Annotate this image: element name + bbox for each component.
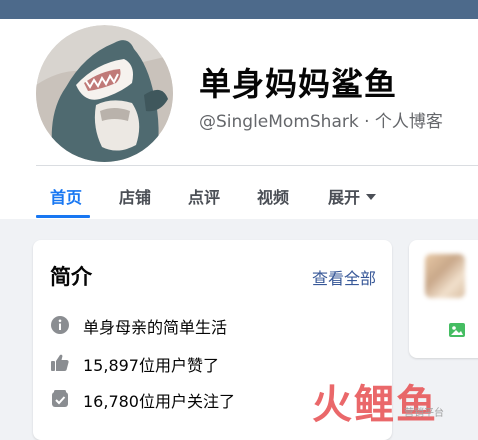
intro-followers-text: 16,780位用户关注了 <box>83 392 235 411</box>
tab-more-label: 展开 <box>328 188 361 207</box>
intro-card: 简介 查看全部 单身母亲的简单生活 15,897位用户赞了 16,780位用户关… <box>33 240 392 440</box>
profile-header: 单身妈妈鲨鱼 @SingleMomShark · 个人博客 首页 店铺 点评 视… <box>0 19 478 219</box>
tab-more[interactable]: 展开 <box>328 184 377 208</box>
intro-row-followers: 16,780位用户关注了 <box>50 387 380 411</box>
info-icon <box>50 315 70 335</box>
intro-row-likes: 15,897位用户赞了 <box>50 351 380 375</box>
photos-card <box>409 240 478 358</box>
tab-videos[interactable]: 视频 <box>257 184 289 208</box>
photo-icon[interactable] <box>447 320 467 340</box>
shark-avatar-image <box>36 25 173 162</box>
profile-tabs: 首页 店铺 点评 视频 展开 <box>0 166 478 219</box>
intro-likes-text: 15,897位用户赞了 <box>83 356 219 375</box>
thumbs-up-icon <box>50 353 70 373</box>
intro-bio-text: 单身母亲的简单生活 <box>83 318 228 337</box>
tab-home[interactable]: 首页 <box>50 184 82 208</box>
tab-shop[interactable]: 店铺 <box>119 184 151 208</box>
caret-down-icon <box>366 194 377 200</box>
tab-reviews[interactable]: 点评 <box>188 184 220 208</box>
photo-thumbnail[interactable] <box>425 254 465 298</box>
profile-name: 单身妈妈鲨鱼 <box>199 65 398 103</box>
profile-handle: @SingleMomShark · 个人博客 <box>199 112 443 132</box>
cover-photo-strip <box>0 0 478 19</box>
watermark-subtext: 营销平台 <box>404 408 444 419</box>
avatar[interactable] <box>36 25 173 162</box>
intro-row-bio: 单身母亲的简单生活 <box>50 313 380 337</box>
see-all-link[interactable]: 查看全部 <box>312 265 376 289</box>
follow-check-icon <box>50 389 70 409</box>
active-tab-indicator <box>36 215 90 218</box>
intro-title: 简介 <box>50 265 92 289</box>
